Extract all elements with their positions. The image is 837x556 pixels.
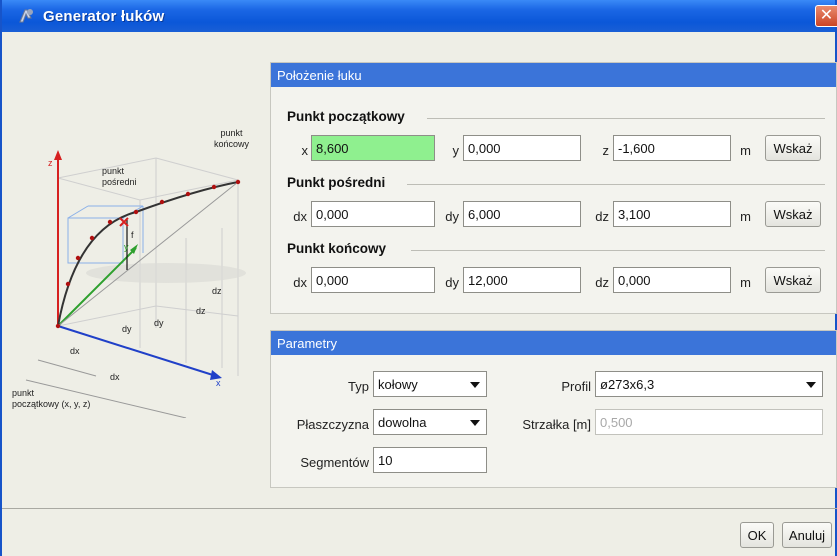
end-point-label: punkt końcowy: [214, 128, 250, 149]
parameters-header: Parametry: [271, 331, 836, 355]
start-pick-button[interactable]: Wskaż: [765, 135, 821, 161]
start-y-input[interactable]: [463, 135, 581, 161]
middle-point-divider: [407, 184, 825, 185]
start-z-input[interactable]: [613, 135, 731, 161]
dx-label-1: dx: [70, 346, 80, 356]
z-axis-label: z: [48, 158, 53, 168]
close-icon: ✕: [819, 7, 834, 24]
end-dy-label: dy: [445, 275, 459, 290]
start-x-label: x: [301, 143, 309, 158]
end-point-title: Punkt końcowy: [287, 241, 387, 256]
end-dy-input[interactable]: [463, 267, 581, 293]
window-title: Generator łuków: [43, 7, 165, 25]
y-axis-label: y: [124, 242, 129, 252]
end-dx-label: dx: [293, 275, 307, 290]
title-bar[interactable]: Generator łuków ✕: [2, 0, 837, 32]
dx-label-2: dx: [110, 372, 120, 382]
end-dz-label: dz: [595, 275, 609, 290]
plane-select[interactable]: dowolna: [373, 409, 487, 435]
end-dz-input[interactable]: [613, 267, 731, 293]
middle-point-label: punkt pośredni: [102, 166, 137, 187]
end-unit-label: m: [740, 275, 751, 290]
start-y-label: y: [452, 143, 460, 158]
middle-dz-input[interactable]: [613, 201, 731, 227]
middle-dy-input[interactable]: [463, 201, 581, 227]
segments-label: Segmentów: [300, 455, 369, 470]
sagitta-input: [595, 409, 823, 435]
dy-label-1: dy: [122, 324, 132, 334]
x-axis-label: x: [216, 378, 221, 388]
start-point-label: punkt początkowy (x, y, z): [12, 388, 91, 409]
start-unit-label: m: [740, 143, 751, 158]
ok-button[interactable]: OK: [740, 522, 774, 548]
profile-select-value: ø273x6,3: [600, 376, 655, 392]
profile-label: Profil: [561, 379, 591, 394]
middle-dx-label: dx: [293, 209, 307, 224]
end-pick-button[interactable]: Wskaż: [765, 267, 821, 293]
close-button[interactable]: ✕: [815, 5, 837, 27]
dy-label-2: dy: [154, 318, 164, 328]
plane-select-value: dowolna: [378, 414, 427, 430]
middle-dz-label: dz: [595, 209, 609, 224]
type-select-value: kołowy: [378, 376, 418, 392]
arc-illustration: z x y f punkt końcowy punkt pośredni pun…: [12, 118, 252, 419]
chevron-down-icon: [806, 382, 816, 388]
app-icon: [19, 9, 33, 23]
chevron-down-icon: [470, 420, 480, 426]
dz-label-2: dz: [196, 306, 206, 316]
middle-pick-button[interactable]: Wskaż: [765, 201, 821, 227]
chevron-down-icon: [470, 382, 480, 388]
arc-position-panel: Położenie łuku Punkt początkowy x y z m …: [270, 62, 837, 314]
profile-select[interactable]: ø273x6,3: [595, 371, 823, 397]
start-x-input[interactable]: [311, 135, 435, 161]
arc-position-header: Położenie łuku: [271, 63, 836, 87]
middle-dx-input[interactable]: [311, 201, 435, 227]
type-select[interactable]: kołowy: [373, 371, 487, 397]
start-point-title: Punkt początkowy: [287, 109, 405, 124]
middle-point-title: Punkt pośredni: [287, 175, 386, 190]
start-z-label: z: [602, 143, 610, 158]
arc-generator-dialog: Generator łuków ✕ z x y f punkt końcowy …: [0, 0, 837, 556]
dz-label-1: dz: [212, 286, 222, 296]
footer-divider: [2, 508, 837, 509]
sagitta-label: Strzałka [m]: [522, 417, 591, 432]
segments-input[interactable]: [373, 447, 487, 473]
start-point-divider: [427, 118, 825, 119]
plane-label: Płaszczyzna: [296, 417, 369, 432]
end-point-divider: [411, 250, 825, 251]
f-label: f: [131, 230, 134, 240]
cancel-button[interactable]: Anuluj: [782, 522, 832, 548]
end-dx-input[interactable]: [311, 267, 435, 293]
type-label: Typ: [348, 379, 369, 394]
middle-dy-label: dy: [445, 209, 459, 224]
parameters-panel: Parametry Typ kołowy Profil ø273x6,3 Pła…: [270, 330, 837, 488]
middle-unit-label: m: [740, 209, 751, 224]
